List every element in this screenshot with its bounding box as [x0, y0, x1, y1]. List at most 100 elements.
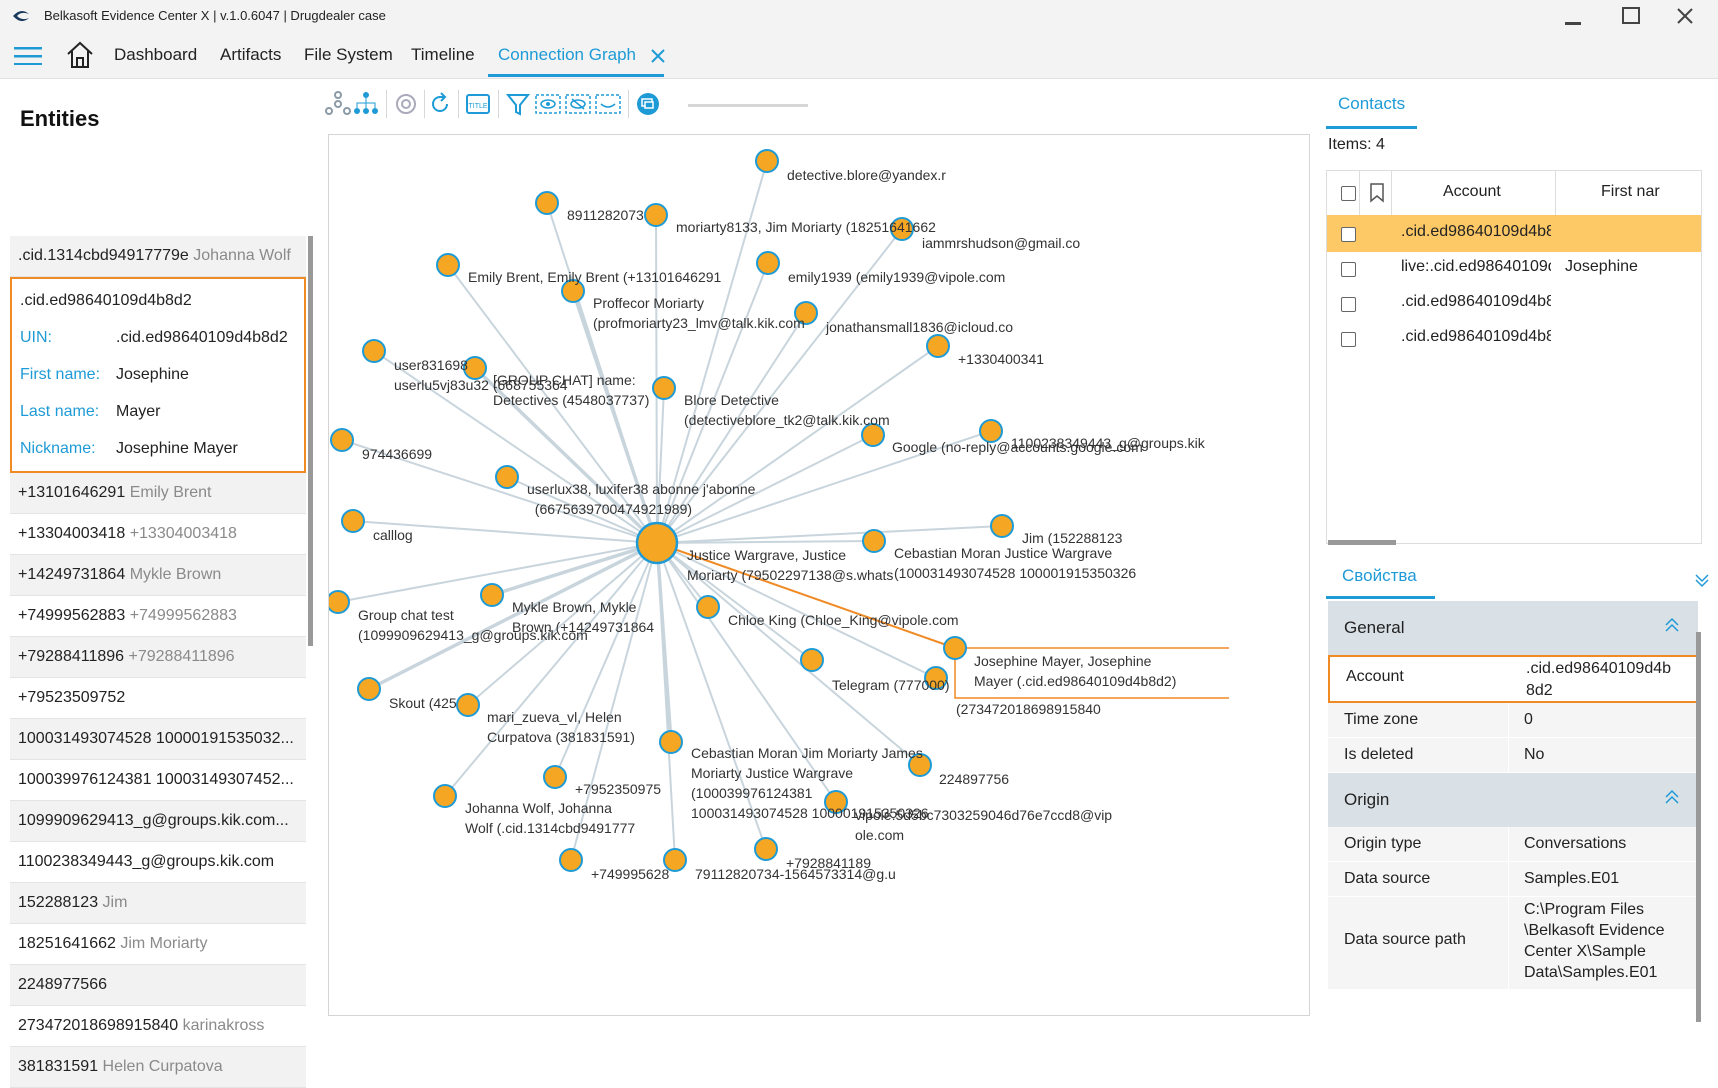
table-row[interactable]: live:.cid.ed98640109d4 Josephine	[1327, 250, 1701, 287]
list-item[interactable]: 1100238349443_g@groups.kik.com	[10, 842, 306, 883]
graph-node-label: Cebastian Moran Justice Wargrave (100031…	[894, 545, 1137, 581]
graph-node-label: Emily Brent, Emily Brent (+13101646291	[468, 269, 722, 285]
graph-node	[696, 595, 720, 619]
group-general[interactable]: General	[1328, 601, 1698, 655]
tab-file-system[interactable]: File System	[304, 32, 393, 78]
tab-artifacts[interactable]: Artifacts	[220, 32, 281, 78]
graph-node	[756, 251, 780, 275]
graph-center-label: Justice Wargrave, Justice Moriarty (7950…	[687, 547, 894, 583]
maximize-button[interactable]	[1614, 4, 1648, 28]
table-row[interactable]: .cid.ed98640109d4b8c	[1327, 320, 1701, 357]
minimize-button[interactable]	[1556, 4, 1590, 28]
graph-node	[943, 636, 967, 660]
list-item[interactable]: .cid.1314cbd94917779e Johanna Wolf	[10, 236, 306, 277]
graph-node-label: vipole.5d5bc7303259046d76e7ccd8@vip ole.…	[855, 807, 1113, 843]
filter-icon[interactable]	[504, 90, 532, 118]
graph-node-label: Johanna Wolf, Johanna Wolf (.cid.1314cbd…	[465, 800, 636, 836]
hierarchy-icon[interactable]	[352, 90, 380, 118]
tab-properties[interactable]: Свойства	[1326, 566, 1435, 599]
selected-entity-header: .cid.ed98640109d4b8d2	[20, 292, 192, 309]
chevron-up-icon[interactable]	[1664, 617, 1680, 633]
table-row[interactable]: .cid.ed98640109d4b8c	[1327, 285, 1701, 322]
list-item[interactable]: 152288123 Jim	[10, 883, 306, 924]
graph-node-label: emily1939 (emily1939@vipole.com	[788, 269, 1006, 285]
properties-scrollbar[interactable]	[1696, 632, 1701, 1022]
contacts-hscrollbar[interactable]	[1328, 540, 1396, 545]
graph-node	[433, 784, 457, 808]
select-all-checkbox[interactable]	[1341, 186, 1356, 201]
refresh-icon[interactable]	[426, 90, 454, 118]
entities-scrollbar[interactable]	[308, 236, 313, 646]
list-item[interactable]: 18251641662 Jim Moriarty	[10, 924, 306, 965]
list-item[interactable]: +13304003418 +13304003418	[10, 514, 306, 555]
prop-origin-type[interactable]: Origin type Conversations	[1328, 827, 1698, 862]
graph-node	[543, 765, 567, 789]
graph-node-label: moriarty8133, Jim Moriarty (18251641662	[676, 219, 936, 235]
list-item[interactable]: 381831591 Helen Curpatova	[10, 1047, 306, 1088]
graph-node	[456, 693, 480, 717]
close-tab-icon[interactable]	[650, 48, 666, 64]
zoom-icon[interactable]	[634, 90, 662, 118]
list-item[interactable]: +74999562883 +74999562883	[10, 596, 306, 637]
graph-node-label: iammrshudson@gmail.co	[922, 235, 1081, 251]
graph-node-label: calllog	[373, 527, 413, 543]
target-icon[interactable]	[392, 90, 420, 118]
graph-edge	[444, 542, 658, 797]
graph-node-label: Skout (425	[389, 695, 457, 711]
title-icon[interactable]: TITLE	[464, 90, 492, 118]
field-last-name: Last name: Mayer	[20, 403, 161, 420]
graph-node-label: Mykle Brown, Mykle Brown (+14249731864	[512, 599, 655, 635]
tab-dashboard[interactable]: Dashboard	[114, 32, 197, 78]
list-item[interactable]: +13101646291 Emily Brent	[10, 473, 306, 514]
field-nickname: Nickname: Josephine Mayer	[20, 440, 238, 457]
list-item[interactable]: 100031493074528 10000191535032...	[10, 719, 306, 760]
zoom-slider[interactable]	[688, 104, 808, 107]
eye-select2-icon[interactable]	[564, 90, 592, 118]
bookmark-icon[interactable]	[1369, 183, 1385, 203]
column-account[interactable]: Account	[1443, 183, 1501, 201]
table-row[interactable]: .cid.ed98640109d4b8c	[1327, 215, 1701, 252]
prop-data-source[interactable]: Data source Samples.E01	[1328, 862, 1698, 897]
chevron-up-icon[interactable]	[1664, 789, 1680, 805]
collapse-panel-icon[interactable]	[1694, 572, 1710, 588]
selected-entity-card[interactable]: .cid.ed98640109d4b8d2 UIN: .cid.ed9864010…	[10, 277, 306, 473]
graph-node-label: 8911282073	[567, 207, 644, 223]
list-item[interactable]: +79523509752	[10, 678, 306, 719]
list-item[interactable]: +79288411896 +79288411896	[10, 637, 306, 678]
graph-edge	[656, 542, 676, 861]
graph-node	[436, 253, 460, 277]
graph-node-label: Josephine Mayer, Josephine Mayer (.cid.e…	[974, 653, 1177, 689]
prop-time-zone[interactable]: Time zone 0	[1328, 703, 1698, 738]
list-item[interactable]: +14249731864 Mykle Brown	[10, 555, 306, 596]
list-item[interactable]: 273472018698915840 karinakross	[10, 1006, 306, 1047]
hamburger-menu-icon[interactable]	[14, 47, 42, 65]
prop-account[interactable]: Account .cid.ed98640109d4b 8d2	[1328, 655, 1698, 703]
column-first-name[interactable]: First nar	[1601, 183, 1660, 201]
graph-node-label: +7952350975	[575, 781, 662, 797]
app-logo-icon	[13, 10, 29, 22]
list-item[interactable]: 1099909629413_g@groups.kik.com...	[10, 801, 306, 842]
graph-node	[644, 203, 668, 227]
graph-node	[329, 590, 350, 614]
home-icon[interactable]	[65, 40, 95, 70]
properties-grid: General Account .cid.ed98640109d4b 8d2 Ti…	[1328, 601, 1698, 990]
list-item[interactable]: 2248977566	[10, 965, 306, 1006]
eye-hide-icon[interactable]	[594, 90, 622, 118]
prop-data-source-path[interactable]: Data source path C:\Program Files \Belkas…	[1328, 897, 1698, 990]
row-checkbox[interactable]	[1341, 297, 1356, 312]
tab-contacts[interactable]: Contacts	[1326, 94, 1418, 129]
row-checkbox[interactable]	[1341, 332, 1356, 347]
graph-center-node	[635, 521, 679, 565]
tab-timeline[interactable]: Timeline	[411, 32, 475, 78]
group-origin[interactable]: Origin	[1328, 773, 1698, 827]
prop-is-deleted[interactable]: Is deleted No	[1328, 738, 1698, 773]
connection-graph-canvas[interactable]: Justice Wargrave, Justice Moriarty (7950…	[328, 134, 1310, 1016]
eye-select-icon[interactable]	[534, 90, 562, 118]
row-checkbox[interactable]	[1341, 227, 1356, 242]
layout-icon[interactable]	[324, 90, 352, 118]
tab-connection-graph[interactable]: Connection Graph	[488, 32, 664, 78]
details-panel: Contacts Items: 4 Account First nar .cid…	[1312, 84, 1718, 1024]
row-checkbox[interactable]	[1341, 262, 1356, 277]
close-window-button[interactable]	[1668, 4, 1702, 28]
list-item[interactable]: 100039976124381 10003149307452...	[10, 760, 306, 801]
